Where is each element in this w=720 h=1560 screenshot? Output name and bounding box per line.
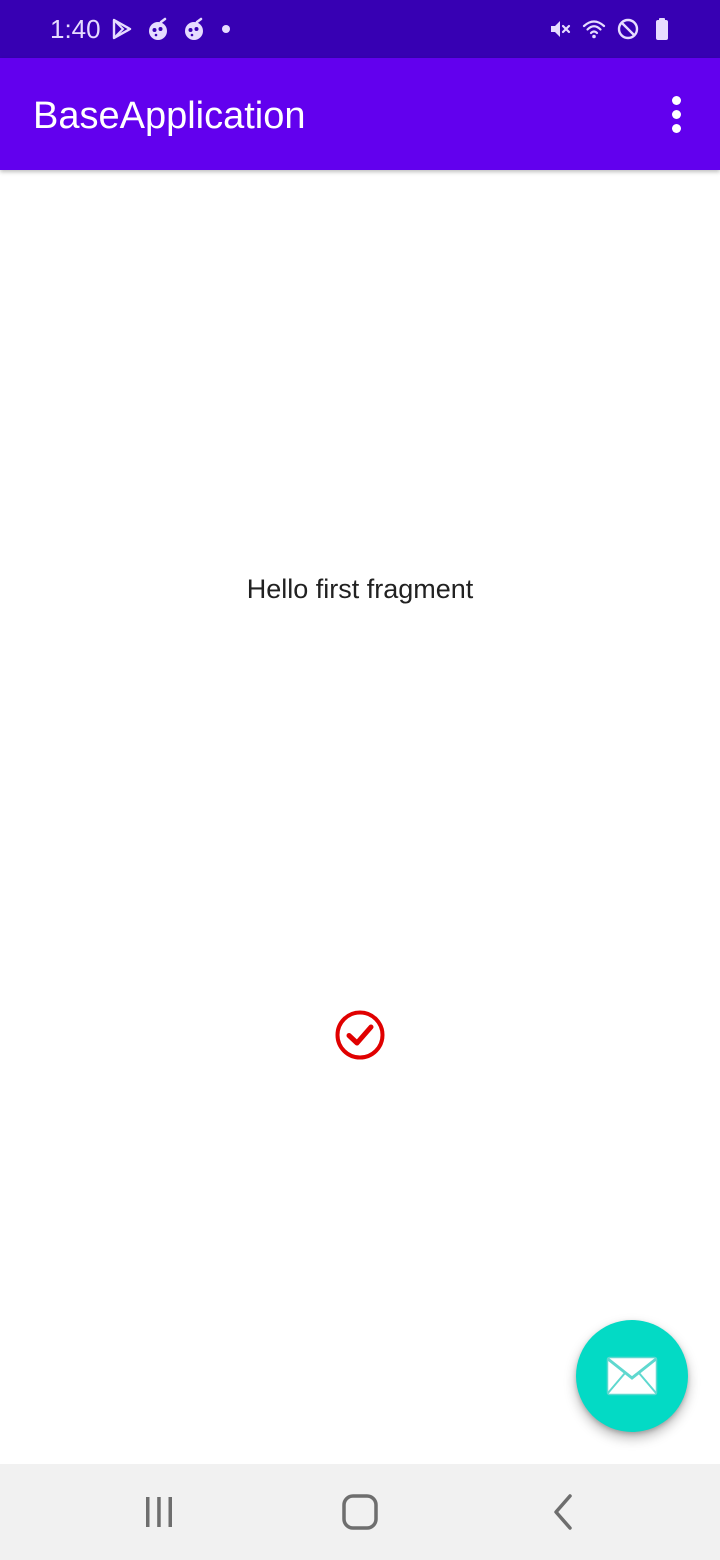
battery-icon xyxy=(656,18,668,40)
back-button[interactable] xyxy=(533,1486,593,1538)
check-circle-icon xyxy=(335,1010,385,1060)
email-icon xyxy=(606,1356,658,1396)
more-vert-icon xyxy=(671,123,681,133)
app-bar: BaseApplication xyxy=(0,58,720,170)
status-time: 1:40 xyxy=(50,14,101,44)
app-title: BaseApplication xyxy=(33,95,306,137)
status-bar: 1:40 xyxy=(0,0,720,58)
do-not-disturb-icon xyxy=(617,18,639,40)
status-left-icons xyxy=(110,14,230,44)
app-notification-icon xyxy=(149,17,167,40)
app-notification-icon xyxy=(185,17,203,40)
recents-button[interactable] xyxy=(129,1486,189,1538)
recents-icon xyxy=(146,1497,172,1527)
navigation-bar xyxy=(0,1464,720,1560)
wifi-icon xyxy=(582,20,606,39)
back-icon xyxy=(554,1494,572,1530)
dot-icon xyxy=(222,25,230,33)
home-icon xyxy=(342,1494,378,1530)
status-right-icons xyxy=(548,14,674,44)
overflow-menu-button[interactable] xyxy=(652,84,700,144)
home-button[interactable] xyxy=(330,1486,390,1538)
hello-text: Hello first fragment xyxy=(246,574,474,604)
more-vert-icon xyxy=(671,95,681,105)
mute-icon xyxy=(551,21,571,37)
play-store-icon xyxy=(112,18,132,40)
fragment-content: Hello first fragment xyxy=(0,170,720,1464)
email-fab-button[interactable] xyxy=(576,1320,688,1432)
more-vert-icon xyxy=(671,109,681,119)
